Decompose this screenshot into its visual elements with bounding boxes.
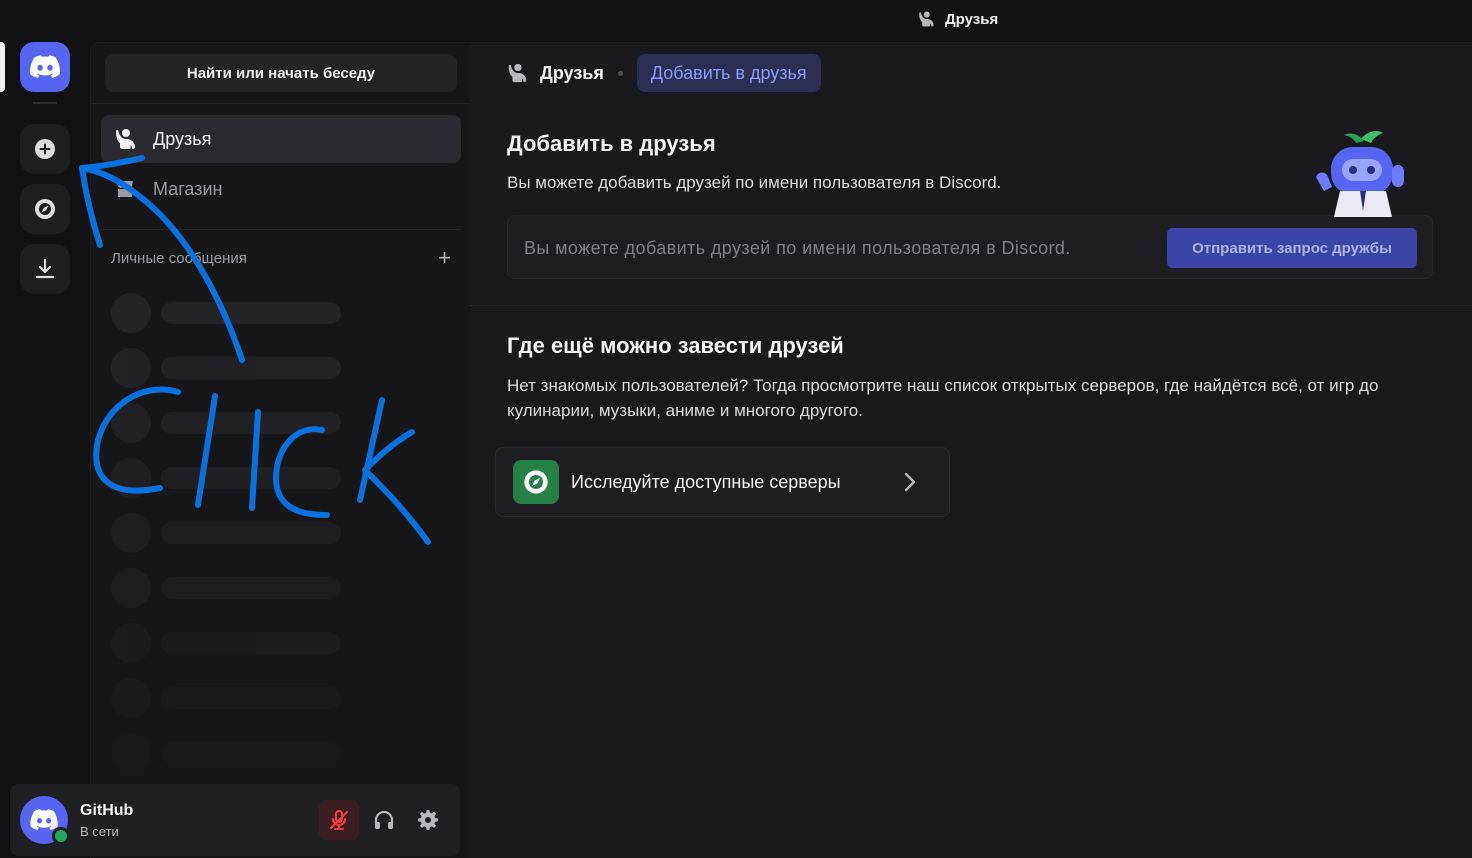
dm-placeholder <box>111 678 341 718</box>
friends-heading: Друзья <box>506 62 604 84</box>
user-panel: GitHub В сети <box>10 784 460 856</box>
plus-circle-icon <box>35 139 55 159</box>
shop-icon <box>117 181 133 197</box>
dm-sidebar: Найти или начать беседу Друзья Магазин Л… <box>90 42 471 858</box>
username-input[interactable] <box>524 216 1144 280</box>
discord-logo-icon <box>30 55 60 78</box>
mic-muted-icon <box>329 810 349 830</box>
tab-add-friend[interactable]: Добавить в друзья <box>636 54 821 92</box>
explore-servers-button[interactable]: Исследуйте доступные серверы <box>495 447 950 517</box>
dm-placeholder <box>111 458 341 498</box>
deafen-button[interactable] <box>364 800 404 840</box>
main-content: Друзья Добавить в друзья Добавить в друз… <box>470 42 1472 858</box>
nav-item-friends[interactable]: Друзья <box>101 115 461 163</box>
friends-icon <box>508 63 527 83</box>
dm-placeholder <box>111 623 341 663</box>
friends-icon <box>919 11 934 27</box>
add-friend-title: Добавить в друзья <box>507 131 716 156</box>
user-settings-button[interactable] <box>408 800 448 840</box>
download-icon <box>35 258 55 279</box>
find-conversation-button[interactable]: Найти или начать беседу <box>105 54 457 92</box>
rail-divider <box>33 102 57 104</box>
separator-dot <box>617 70 623 76</box>
add-friend-section: Добавить в друзья Вы можете добавить дру… <box>470 103 1472 306</box>
dm-header-label: Личные сообщения <box>111 249 247 267</box>
divider <box>91 103 471 104</box>
nav-item-shop[interactable]: Магазин <box>101 165 461 213</box>
add-friend-form: Отправить запрос дружбы <box>507 215 1433 280</box>
discord-logo-icon <box>30 809 58 831</box>
dm-placeholder <box>111 403 341 443</box>
online-status-dot <box>52 827 70 845</box>
chevron-right-icon <box>904 472 916 492</box>
server-rail <box>0 42 90 858</box>
where-description: Нет знакомых пользователей? Тогда просмо… <box>507 376 1379 420</box>
title-bar: Друзья <box>0 0 1472 42</box>
discover-button[interactable] <box>20 184 70 234</box>
plus-icon[interactable]: + <box>438 247 451 269</box>
friends-icon <box>116 129 135 149</box>
home-button[interactable] <box>20 42 70 92</box>
dm-placeholder <box>111 733 341 773</box>
friends-heading-label: Друзья <box>540 62 604 83</box>
download-apps-button[interactable] <box>20 244 70 294</box>
dm-placeholder <box>111 348 341 388</box>
where-title: Где ещё можно завести друзей <box>507 333 844 358</box>
compass-icon <box>513 460 559 504</box>
friends-header: Друзья Добавить в друзья <box>470 43 1472 103</box>
dm-placeholder <box>111 568 341 608</box>
nav-item-label: Друзья <box>153 128 212 149</box>
selected-indicator <box>0 42 5 92</box>
window-title: Друзья <box>945 10 999 28</box>
headphones-icon <box>374 810 394 829</box>
send-friend-request-button[interactable]: Отправить запрос дружбы <box>1167 228 1417 268</box>
compass-icon <box>35 199 55 219</box>
nav-item-label: Магазин <box>153 178 223 199</box>
user-name: GitHub <box>80 802 134 819</box>
mute-button[interactable] <box>319 800 359 840</box>
add-friend-description: Вы можете добавить друзей по имени польз… <box>507 173 1002 192</box>
add-server-button[interactable] <box>20 124 70 174</box>
explore-servers-label: Исследуйте доступные серверы <box>571 471 841 492</box>
gear-icon <box>418 810 438 830</box>
dm-placeholder <box>111 513 341 553</box>
dm-header: Личные сообщения + <box>111 247 451 269</box>
divider <box>101 229 461 230</box>
wumpus-mascot-icon <box>1316 131 1404 217</box>
dm-placeholder <box>111 293 341 333</box>
user-status: В сети <box>80 824 119 839</box>
